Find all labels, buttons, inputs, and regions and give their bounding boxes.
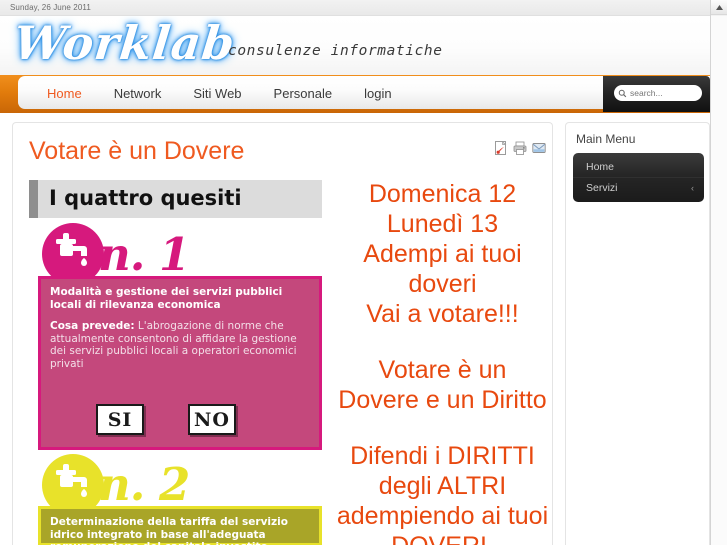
flyer-heading-text: I quattro quesiti: [49, 186, 242, 210]
slogan-line-5: Vai a votare!!!: [366, 300, 519, 328]
scroll-up-button[interactable]: [711, 0, 727, 15]
logo-tagline: consulenze informatiche: [228, 43, 443, 59]
slogan-spacer-2: [333, 415, 552, 441]
chevron-up-icon: [715, 4, 723, 10]
quesito-2-left-bar: [29, 450, 38, 545]
header-logo-band: Worklab consulenze informatiche: [0, 16, 710, 75]
slogan-line-6: Votare è un: [378, 356, 507, 384]
nav-item-login[interactable]: login: [348, 77, 407, 109]
nav-item-home[interactable]: Home: [31, 77, 98, 109]
quesito-1-detail: Cosa prevede: L'abrogazione di norme che…: [50, 320, 310, 370]
nav-item-network[interactable]: Network: [98, 77, 178, 109]
sidebar-column: Main Menu Home Servizi ‹: [565, 122, 710, 545]
slogan-line-11: DOVERI.: [333, 531, 552, 545]
quesito-1-vote-options: SI NO: [50, 404, 322, 435]
content-column: Votare è un Dovere I quattro quesiti n. …: [12, 122, 553, 545]
search-container: [603, 76, 710, 112]
slogan-line-3: Adempi ai tuoi: [363, 240, 522, 268]
current-date: Sunday, 26 June 2011: [10, 3, 91, 12]
sidebar-item-home[interactable]: Home: [573, 157, 704, 177]
slogan-line-8: Difendi i DIRITTI: [350, 442, 535, 470]
date-bar: Sunday, 26 June 2011: [0, 0, 710, 16]
quesito-2-body: Determinazione della tariffa del servizi…: [38, 506, 322, 545]
email-icon[interactable]: [532, 141, 546, 155]
slogan-line-4: doveri: [408, 270, 477, 298]
quesito-1-detail-label: Cosa prevede:: [50, 320, 135, 332]
quesito-1-title: Modalità e gestione dei servizi pubblici…: [50, 286, 283, 311]
chevron-left-icon: ‹: [691, 183, 694, 193]
scrollbar-track[interactable]: [711, 16, 727, 545]
vote-yes-box: SI: [96, 404, 144, 435]
quesito-2-title: Determinazione della tariffa del servizi…: [50, 516, 288, 545]
quesito-1-body: Modalità e gestione dei servizi pubblici…: [38, 276, 322, 450]
nav-item-siti-web[interactable]: Siti Web: [177, 77, 257, 109]
sidebar-item-servizi[interactable]: Servizi ‹: [573, 177, 704, 197]
pdf-icon[interactable]: [494, 141, 508, 155]
logo-wordmark: Worklab: [11, 16, 238, 70]
flyer-heading-accent-bar: [29, 180, 38, 218]
search-input[interactable]: [614, 85, 702, 101]
sidebar-item-servizi-label: Servizi: [586, 182, 618, 194]
quesito-2-number: n. 2: [98, 458, 190, 511]
page-root: Sunday, 26 June 2011 Worklab consulenze …: [0, 0, 727, 545]
sidebar-item-home-label: Home: [586, 161, 615, 173]
slogan-line-7: Dovere e un Diritto: [338, 386, 547, 414]
slogan-spacer-1: [333, 329, 552, 355]
slogan-line-2: Lunedì 13: [386, 210, 499, 238]
site-logo[interactable]: Worklab consulenze informatiche: [11, 16, 484, 72]
referendum-flyer-image: I quattro quesiti n. 1 Modalità e gestio…: [29, 180, 322, 545]
vertical-scrollbar[interactable]: [710, 0, 727, 545]
nav-item-personale[interactable]: Personale: [258, 77, 349, 109]
print-icon[interactable]: [513, 141, 527, 155]
flyer-quesito-2: n. 2 Determinazione della tariffa del se…: [29, 450, 322, 545]
article-slogan: Domenica 12 Lunedì 13 Adempi ai tuoi dov…: [333, 179, 552, 545]
navigation-list: Home Network Siti Web Personale login: [18, 77, 408, 109]
article-tools: [494, 141, 546, 155]
flyer-quesito-1: n. 1 Modalità e gestione dei servizi pub…: [29, 218, 322, 450]
slogan-line-9: degli ALTRI: [378, 472, 507, 500]
article-body: I quattro quesiti n. 1 Modalità e gestio…: [13, 175, 552, 545]
flyer-heading-band: I quattro quesiti: [29, 180, 322, 218]
quesito-1-left-bar: [29, 218, 38, 450]
module-title-main-menu: Main Menu: [576, 132, 636, 146]
main-menu-box: Home Servizi ‹: [573, 153, 704, 202]
quesito-1-number: n. 1: [98, 228, 190, 281]
slogan-line-10: adempiendo ai tuoi: [336, 502, 549, 530]
vote-no-box: NO: [188, 404, 236, 435]
page-title: Votare è un Dovere: [29, 137, 245, 165]
slogan-line-1: Domenica 12: [368, 180, 517, 208]
